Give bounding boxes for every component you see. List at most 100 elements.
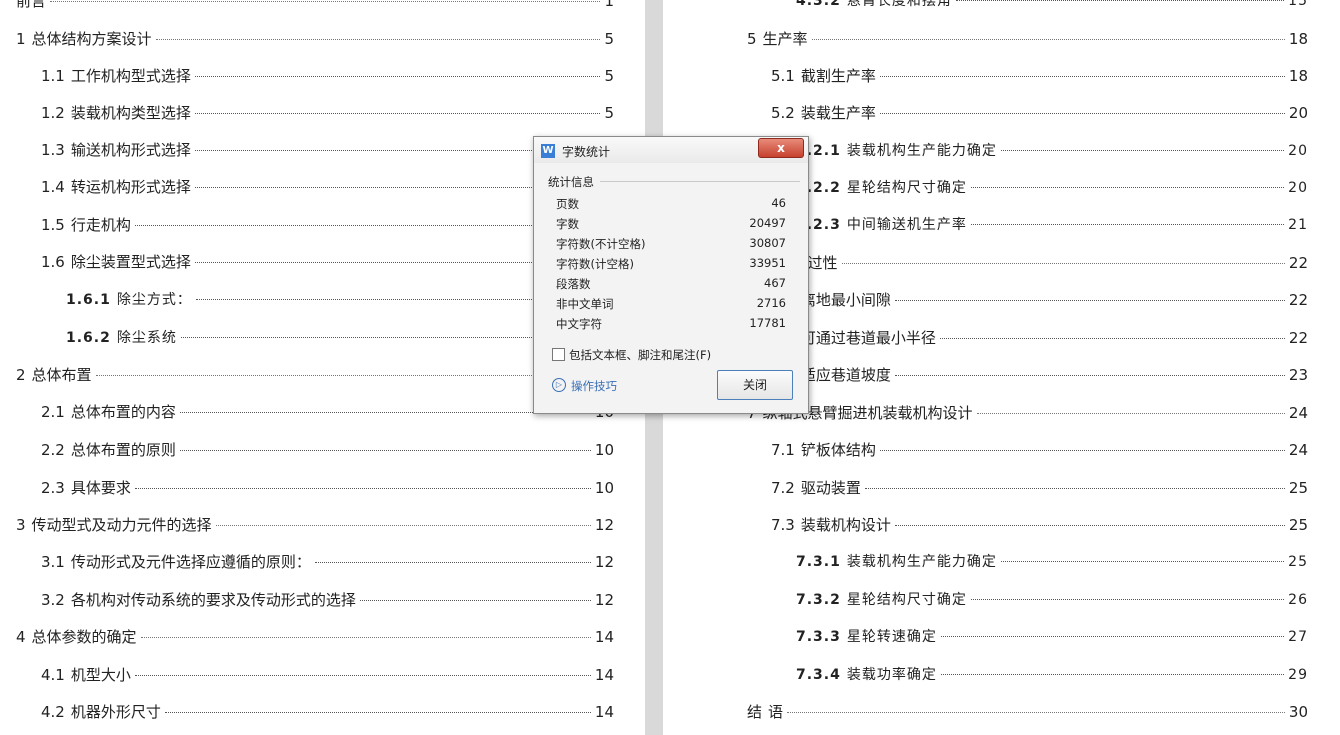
toc-entry[interactable]: 4.3.2 悬臂长度和摆角 15 xyxy=(796,0,1308,10)
dot-leader xyxy=(134,675,591,676)
toc-entry-page: 25 xyxy=(1288,479,1308,497)
toc-entry-title: 可通过巷道最小半径 xyxy=(800,329,936,347)
toc-entry[interactable]: 5.2.1 装载机构生产能力确定 20 xyxy=(796,142,1308,160)
toc-entry-page: 14 xyxy=(594,703,614,721)
toc-entry[interactable]: 2.1总体布置的内容10 xyxy=(41,403,614,421)
toc-entry[interactable]: 5.2.2 星轮结构尺寸确定 20 xyxy=(796,179,1308,197)
toc-entry[interactable]: 6.1离地最小间隙22 xyxy=(771,291,1308,309)
toc-entry-page: 15 xyxy=(1288,0,1308,9)
toc-entry-title: 总体参数的确定 xyxy=(31,628,137,646)
toc-entry-title: 悬臂长度和摆角 xyxy=(846,0,952,9)
toc-entry-page: 5 xyxy=(604,67,614,85)
toc-entry[interactable]: 7.3.3 星轮转速确定 27 xyxy=(796,628,1308,646)
toc-entry-title: 中间输送机生产率 xyxy=(846,217,967,233)
toc-entry[interactable]: 1.6.2 除尘系统 xyxy=(66,329,614,347)
toc-entry-title: 工作机构型式选择 xyxy=(70,67,191,85)
include-footnotes-label[interactable]: 包括文本框、脚注和尾注(F) xyxy=(569,347,711,363)
toc-entry-page: 18 xyxy=(1288,30,1308,48)
toc-entry[interactable]: 3 传动型式及动力元件的选择 12 xyxy=(16,516,614,534)
toc-entry-number: 5.2 xyxy=(771,104,795,122)
toc-entry-title: 总体结构方案设计 xyxy=(31,30,152,48)
toc-entry-title: 装载机构生产能力确定 xyxy=(846,554,997,570)
toc-entry[interactable]: 前言 1 xyxy=(16,0,614,10)
stat-label: 字数 xyxy=(556,217,579,231)
toc-entry[interactable]: 7.3.4 装载功率确定 29 xyxy=(796,666,1308,684)
stat-label: 段落数 xyxy=(556,277,591,291)
toc-entry-title: 语 xyxy=(768,703,784,721)
toc-entry[interactable]: 4.1 机型大小 14 xyxy=(41,666,614,684)
toc-entry[interactable]: 6.3适应巷道坡度23 xyxy=(771,366,1308,384)
toc-entry-title: 各机构对传动系统的要求及传动形式的选择 xyxy=(70,591,356,609)
dot-leader xyxy=(1000,561,1285,562)
toc-entry[interactable]: 4.2 机器外形尺寸 14 xyxy=(41,703,614,721)
close-button[interactable]: 关闭 xyxy=(717,370,793,400)
toc-entry[interactable]: 1.6.1 除尘方式： xyxy=(66,291,614,309)
toc-entry[interactable]: 7.1 铲板体结构 24 xyxy=(771,441,1308,459)
toc-entry[interactable]: 1.4 转运机构形式选择 xyxy=(41,178,614,196)
toc-entry[interactable]: 7.3.1 装载机构生产能力确定 25 xyxy=(796,553,1308,571)
toc-entry[interactable]: 4 总体参数的确定 14 xyxy=(16,628,614,646)
toc-entry-title: 总体布置 xyxy=(31,366,92,384)
toc-entry[interactable]: 1.5 行走机构 xyxy=(41,216,614,234)
toc-entry[interactable]: 5.1 截割生产率 18 xyxy=(771,67,1308,85)
dot-leader xyxy=(970,224,1285,225)
toc-entry-title: 机型大小 xyxy=(70,666,131,684)
toc-entry[interactable]: 3.1 传动形式及元件选择应遵循的原则： 12 xyxy=(41,553,614,571)
toc-entry-title: 传动型式及动力元件的选择 xyxy=(31,516,212,534)
toc-entry-title: 行走机构 xyxy=(70,216,131,234)
stat-value: 17781 xyxy=(749,316,786,330)
toc-entry[interactable]: 2.2 总体布置的原则 10 xyxy=(41,441,614,459)
dot-leader xyxy=(940,636,1285,637)
toc-entry[interactable]: 7.3 装载机构设计 25 xyxy=(771,516,1308,534)
toc-entry[interactable]: 1 总体结构方案设计 5 xyxy=(16,30,614,48)
toc-entry-number: 5 xyxy=(747,30,757,48)
toc-entry[interactable]: 5.2.3 中间输送机生产率 21 xyxy=(796,216,1308,234)
toc-entry-page: 29 xyxy=(1288,667,1308,683)
toc-entry-page: 10 xyxy=(594,479,614,497)
toc-entry-title: 装载功率确定 xyxy=(846,667,937,683)
dot-leader xyxy=(179,412,591,413)
toc-entry[interactable]: 2 总体布置 xyxy=(16,366,614,384)
toc-entry[interactable]: 3.2 各机构对传动系统的要求及传动形式的选择 12 xyxy=(41,591,614,609)
toc-entry[interactable]: 7.2 驱动装置 25 xyxy=(771,479,1308,497)
toc-entry-title: 生产率 xyxy=(762,30,808,48)
toc-entry[interactable]: 7纵轴式悬臂掘进机装载机构设计24 xyxy=(747,404,1308,422)
stat-row: 页数 46 xyxy=(556,196,786,216)
toc-entry[interactable]: 2.3 具体要求 10 xyxy=(41,479,614,497)
toc-entry-title: 星轮结构尺寸确定 xyxy=(846,180,967,196)
toc-entry[interactable]: 6机的通过性22 xyxy=(747,254,1308,272)
toc-entry-number: 1.2 xyxy=(41,104,65,122)
toc-entry-number: 2.1 xyxy=(41,403,65,421)
stat-value: 467 xyxy=(764,276,786,290)
toc-entry-title: 适应巷道坡度 xyxy=(800,366,891,384)
toc-entry-number: 1.6.1 xyxy=(66,292,111,308)
toc-entry[interactable]: 1.3 输送机构形式选择 xyxy=(41,141,614,159)
toc-entry-number: 7.3.1 xyxy=(796,554,841,570)
tips-link[interactable]: 操作技巧 xyxy=(571,378,617,394)
toc-entry-title: 除尘装置型式选择 xyxy=(70,253,191,271)
toc-entry[interactable]: 结语 30 xyxy=(747,703,1308,721)
toc-entry[interactable]: 1.2 装载机构类型选择 5 xyxy=(41,104,614,122)
dot-leader xyxy=(140,637,591,638)
dot-leader xyxy=(894,525,1285,526)
dot-leader xyxy=(215,525,591,526)
toc-entry-page: 18 xyxy=(1288,67,1308,85)
toc-entry[interactable]: 5.2 装载生产率 20 xyxy=(771,104,1308,122)
stat-row: 非中文单词 2716 xyxy=(556,296,786,316)
toc-entry[interactable]: 6.2可通过巷道最小半径22 xyxy=(771,329,1308,347)
toc-entry-number: 7.1 xyxy=(771,441,795,459)
toc-entry[interactable]: 7.3.2 星轮结构尺寸确定 26 xyxy=(796,591,1308,609)
close-icon[interactable]: x xyxy=(758,138,804,158)
include-footnotes-checkbox[interactable] xyxy=(552,348,565,361)
wps-app-icon: W xyxy=(541,144,555,158)
dot-leader xyxy=(314,562,591,563)
toc-entry[interactable]: 5 生产率 18 xyxy=(747,30,1308,48)
toc-entry-page: 5 xyxy=(604,30,614,48)
play-icon[interactable]: ▷ xyxy=(552,378,566,392)
dot-leader xyxy=(787,712,1285,713)
dot-leader xyxy=(970,599,1285,600)
stat-label: 页数 xyxy=(556,197,579,211)
toc-entry[interactable]: 1.1 工作机构型式选择 5 xyxy=(41,67,614,85)
dialog-titlebar[interactable]: W 字数统计 x xyxy=(534,137,808,163)
toc-entry[interactable]: 1.6 除尘装置型式选择 xyxy=(41,253,614,271)
